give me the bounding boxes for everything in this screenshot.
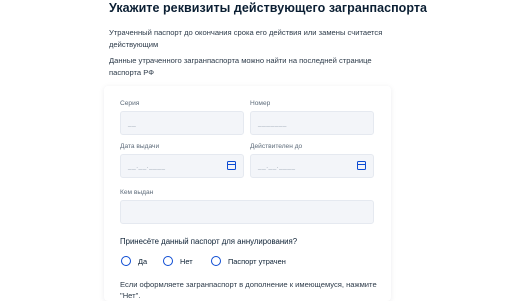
additional-passport-note: Если оформляете загранпаспорт в дополнен… — [120, 280, 377, 300]
series-label: Серия — [120, 100, 140, 107]
issue-date-label: Дата выдачи — [120, 143, 160, 150]
radio-label-yes: Да — [138, 256, 148, 266]
radio-option-lost[interactable]: Паспорт утрачен — [211, 255, 286, 267]
radio-option-no[interactable]: Нет — [163, 255, 193, 267]
issue-date-input[interactable]: __.__.____ — [120, 154, 244, 178]
number-input[interactable]: _______ — [250, 111, 374, 135]
cancel-passport-question: Принесёте данный паспорт для аннулирован… — [120, 237, 298, 246]
calendar-icon[interactable] — [357, 161, 366, 170]
series-input[interactable]: __ — [120, 111, 244, 135]
number-label: Номер — [250, 100, 271, 107]
radio-circle[interactable] — [163, 256, 173, 266]
valid-until-label: Действителен до — [250, 143, 303, 150]
info-text-lost-passport: Утраченный паспорт до окончания срока ег… — [109, 28, 383, 49]
issued-by-input[interactable] — [120, 200, 374, 224]
number-placeholder: _______ — [258, 120, 287, 127]
issued-by-label: Кем выдан — [120, 189, 154, 196]
radio-label-lost: Паспорт утрачен — [228, 256, 286, 266]
radio-label-no: Нет — [180, 256, 193, 266]
radio-circle[interactable] — [121, 256, 131, 266]
calendar-icon[interactable] — [227, 161, 236, 170]
valid-until-placeholder: __.__.____ — [258, 163, 296, 170]
radio-option-yes[interactable]: Да — [121, 255, 147, 267]
page-title: Укажите реквизиты действующего загранпас… — [109, 1, 428, 15]
series-placeholder: __ — [128, 120, 137, 127]
valid-until-input[interactable]: __.__.____ — [250, 154, 374, 178]
issue-date-placeholder: __.__.____ — [128, 163, 166, 170]
info-text-where-to-find: Данные утраченного загранпаспорта можно … — [109, 56, 372, 77]
radio-circle[interactable] — [211, 256, 221, 266]
